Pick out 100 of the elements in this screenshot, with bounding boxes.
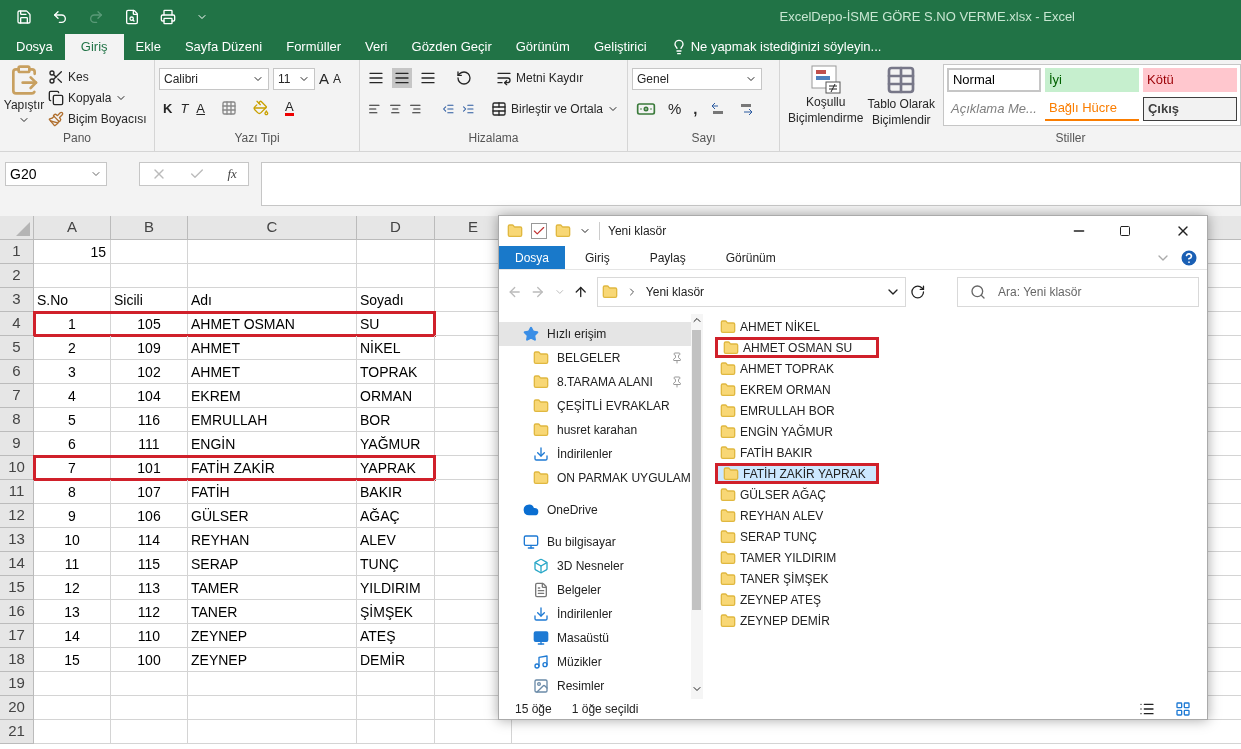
nav-item[interactable]: ON PARMAK UYGULAM bbox=[499, 466, 691, 490]
nav-item[interactable]: BELGELER bbox=[499, 346, 691, 370]
tell-me-field[interactable]: Ne yapmak istediğinizi söyleyin... bbox=[658, 34, 894, 60]
paste-button[interactable]: Yapıştır bbox=[0, 64, 48, 129]
number-format-field[interactable]: Genel bbox=[632, 68, 762, 90]
row-header[interactable]: 1 bbox=[0, 240, 34, 264]
ribbon-tab[interactable]: Dosya bbox=[499, 246, 565, 269]
comma-button[interactable]: , bbox=[693, 98, 698, 121]
orientation-icon[interactable] bbox=[456, 70, 472, 86]
folder-item[interactable]: AHMET TOPRAK bbox=[715, 358, 879, 379]
ribbon-tab[interactable]: Veri bbox=[353, 34, 400, 60]
large-icons-view-icon[interactable] bbox=[1175, 701, 1191, 717]
shrink-font-button[interactable]: A bbox=[333, 70, 342, 89]
column-header[interactable]: A bbox=[34, 216, 111, 240]
column-header[interactable]: C bbox=[188, 216, 357, 240]
folder-item[interactable]: TANER ŞİMŞEK bbox=[715, 568, 879, 589]
nav-item[interactable]: Bu bilgisayar bbox=[499, 530, 691, 554]
copy-button[interactable]: Kopyala bbox=[48, 89, 147, 107]
properties-icon[interactable] bbox=[531, 223, 547, 239]
font-color-button[interactable]: A bbox=[285, 100, 294, 117]
nav-item[interactable]: 8.TARAMA ALANI bbox=[499, 370, 691, 394]
row-header[interactable]: 4 bbox=[0, 312, 34, 336]
italic-button[interactable]: T bbox=[180, 98, 189, 118]
print-preview-icon[interactable] bbox=[124, 9, 140, 25]
refresh-icon[interactable] bbox=[909, 284, 926, 300]
row-header[interactable]: 3 bbox=[0, 288, 34, 312]
nav-item[interactable]: Resimler bbox=[499, 674, 691, 698]
save-icon[interactable] bbox=[16, 9, 32, 25]
maximize-icon[interactable] bbox=[1119, 225, 1131, 237]
nav-item[interactable]: ÇEŞİTLİ EVRAKLAR bbox=[499, 394, 691, 418]
undo-icon[interactable] bbox=[52, 9, 68, 25]
nav-item[interactable]: Hızlı erişim bbox=[499, 322, 691, 346]
folder-item[interactable]: GÜLSER AĞAÇ bbox=[715, 484, 879, 505]
row-header[interactable]: 14 bbox=[0, 552, 34, 576]
row-header[interactable]: 15 bbox=[0, 576, 34, 600]
merge-button[interactable]: Birleştir ve Ortala bbox=[490, 100, 619, 118]
row-header[interactable]: 8 bbox=[0, 408, 34, 432]
details-view-icon[interactable] bbox=[1139, 701, 1155, 717]
conditional-formatting-button[interactable]: Koşullu Biçimlendirme bbox=[788, 64, 864, 129]
folder-item[interactable]: ZEYNEP DEMİR bbox=[715, 610, 879, 631]
row-header[interactable]: 5 bbox=[0, 336, 34, 360]
address-bar[interactable]: Yeni klasör bbox=[596, 277, 906, 307]
underline-button[interactable]: A bbox=[196, 98, 205, 118]
nav-item[interactable]: 3D Nesneler bbox=[499, 554, 691, 578]
nav-item[interactable]: Belgeler bbox=[499, 578, 691, 602]
row-header[interactable]: 21 bbox=[0, 720, 34, 744]
column-header[interactable]: B bbox=[111, 216, 188, 240]
format-painter-button[interactable]: Biçim Boyacısı bbox=[48, 110, 147, 128]
row-header[interactable]: 13 bbox=[0, 528, 34, 552]
folder-item[interactable]: ZEYNEP ATEŞ bbox=[715, 589, 879, 610]
nav-item[interactable]: husret karahan bbox=[499, 418, 691, 442]
font-size-field[interactable]: 11 bbox=[273, 68, 315, 91]
row-header[interactable]: 2 bbox=[0, 264, 34, 288]
insert-function-button[interactable]: fx bbox=[227, 164, 237, 184]
cell-style-swatch[interactable]: Kötü bbox=[1143, 68, 1237, 92]
ribbon-tab[interactable]: Sayfa Düzeni bbox=[172, 34, 275, 60]
format-as-table-button[interactable]: Tablo Olarak Biçimlendir bbox=[863, 64, 939, 129]
folder-item[interactable]: SERAP TUNÇ bbox=[715, 526, 879, 547]
ribbon-tab[interactable]: Paylaş bbox=[629, 246, 706, 269]
row-header[interactable]: 9 bbox=[0, 432, 34, 456]
align-top-icon[interactable] bbox=[368, 70, 384, 86]
cell-style-swatch[interactable]: İyi bbox=[1044, 68, 1139, 92]
ribbon-tab[interactable]: Geliştirici bbox=[581, 34, 659, 60]
font-name-field[interactable]: Calibri bbox=[159, 68, 269, 91]
row-header[interactable]: 18 bbox=[0, 648, 34, 672]
borders-icon[interactable] bbox=[221, 100, 237, 117]
folder-item[interactable]: EKREM ORMAN bbox=[715, 379, 879, 400]
ribbon-tab[interactable]: Görünüm bbox=[705, 246, 796, 269]
nav-item[interactable]: OneDrive bbox=[499, 498, 691, 522]
nav-item[interactable]: Masaüstü bbox=[499, 626, 691, 650]
row-header[interactable]: 12 bbox=[0, 504, 34, 528]
folder-item[interactable]: TAMER YILDIRIM bbox=[715, 547, 879, 568]
scrollbar[interactable] bbox=[690, 314, 703, 699]
cut-button[interactable]: Kes bbox=[48, 68, 147, 86]
ribbon-tab[interactable]: Formüller bbox=[274, 34, 354, 60]
printer-icon[interactable] bbox=[160, 9, 176, 25]
ribbon-tab[interactable]: Giriş bbox=[64, 34, 124, 60]
row-header[interactable]: 20 bbox=[0, 696, 34, 720]
align-bottom-icon[interactable] bbox=[420, 70, 436, 86]
cell-style-swatch[interactable]: Çıkış bbox=[1143, 97, 1237, 121]
grow-font-button[interactable]: A bbox=[319, 68, 329, 91]
cell-style-swatch[interactable]: Normal bbox=[946, 68, 1041, 92]
row-header[interactable]: 10 bbox=[0, 456, 34, 480]
folder-item[interactable]: AHMET OSMAN SU bbox=[715, 337, 879, 358]
row-header[interactable]: 7 bbox=[0, 384, 34, 408]
percent-button[interactable]: % bbox=[668, 98, 682, 121]
row-header[interactable]: 11 bbox=[0, 480, 34, 504]
ribbon-tab[interactable]: Ekle bbox=[123, 34, 173, 60]
nav-item[interactable]: İndirilenler bbox=[499, 602, 691, 626]
row-header[interactable]: 16 bbox=[0, 600, 34, 624]
name-box[interactable]: G20 bbox=[5, 162, 107, 186]
row-header[interactable]: 6 bbox=[0, 360, 34, 384]
nav-item[interactable]: Müzikler bbox=[499, 650, 691, 674]
fill-color-icon[interactable] bbox=[253, 100, 269, 117]
folder-item[interactable]: REYHAN ALEV bbox=[715, 505, 879, 526]
increase-decimal-icon[interactable] bbox=[709, 102, 726, 117]
row-header[interactable]: 19 bbox=[0, 672, 34, 696]
folder-item[interactable]: AHMET NİKEL bbox=[715, 316, 879, 337]
ribbon-tab[interactable]: Gözden Geçir bbox=[399, 34, 504, 60]
folder-item[interactable]: ENGİN YAĞMUR bbox=[715, 421, 879, 442]
